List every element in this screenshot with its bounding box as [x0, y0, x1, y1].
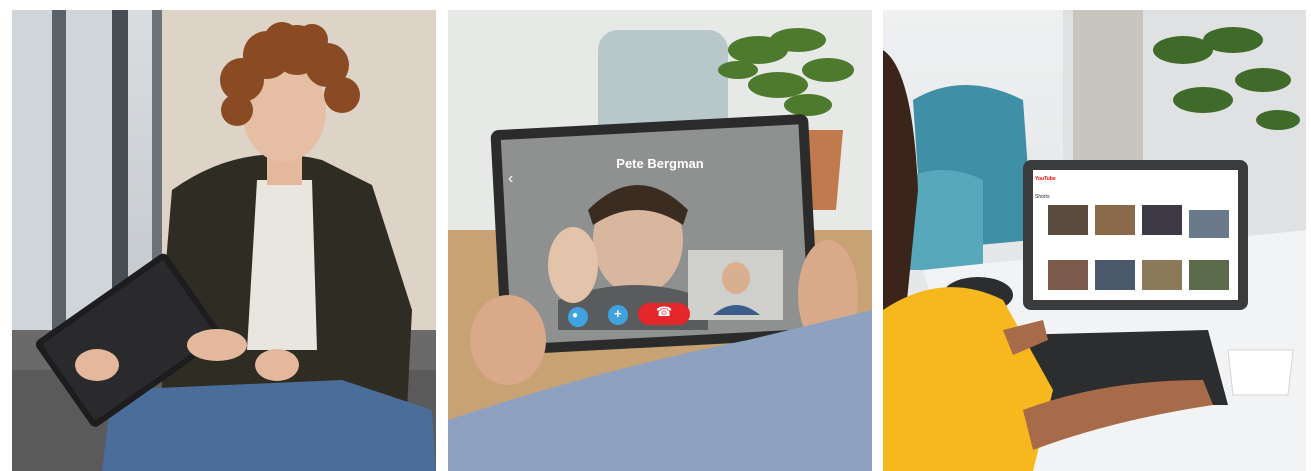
photo-panel-video-call: Pete Bergman ‹ ● + ☎: [448, 10, 872, 471]
photo-panel-keyboard-tablet: YouTube Shorts: [883, 10, 1306, 471]
back-chevron-icon: ‹: [508, 170, 514, 187]
photo-panel-tablet-user: [12, 10, 436, 471]
tablet-user-photo: [12, 10, 436, 471]
end-call-icon: ☎: [656, 304, 673, 319]
youtube-section-label: Shorts: [1035, 194, 1050, 200]
keyboard-tablet-photo: [883, 10, 1306, 471]
add-participant-icon: +: [614, 306, 622, 321]
caller-name-label: Pete Bergman: [616, 156, 704, 171]
youtube-logo: YouTube: [1035, 176, 1056, 182]
video-call-photo: [448, 10, 872, 471]
microphone-icon: ●: [572, 310, 579, 321]
